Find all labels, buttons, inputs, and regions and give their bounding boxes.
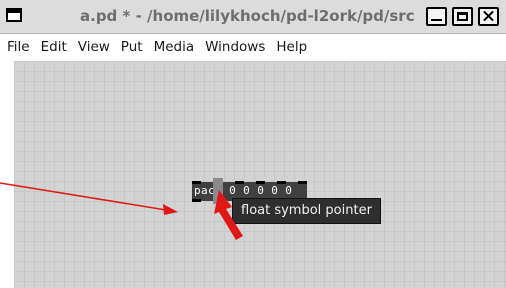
object-outlet[interactable] (192, 199, 201, 202)
menu-file[interactable]: File (2, 39, 35, 55)
window-title: a.pd * - /home/lilykhoch/pd-l2ork/pd/src (80, 7, 415, 25)
menu-view[interactable]: View (73, 39, 115, 55)
menu-help[interactable]: Help (271, 39, 312, 55)
app-window-icon[interactable] (6, 8, 22, 22)
close-button[interactable] (478, 7, 499, 26)
pd-patch-window: a.pd * - /home/lilykhoch/pd-l2ork/pd/src… (0, 0, 506, 288)
menu-bar: File Edit View Put Media Windows Help (0, 34, 506, 60)
menu-media[interactable]: Media (149, 39, 200, 55)
object-text: pack 0 0 0 0 0 (194, 184, 293, 197)
inlet-tooltip: float symbol pointer (232, 198, 381, 224)
canvas-margin (0, 61, 14, 288)
patch-canvas[interactable] (14, 61, 506, 288)
title-bar[interactable]: a.pd * - /home/lilykhoch/pd-l2ork/pd/src (0, 0, 506, 34)
menu-edit[interactable]: Edit (36, 39, 72, 55)
maximize-button[interactable] (452, 7, 473, 26)
minimize-button[interactable] (426, 7, 447, 26)
hovered-inlet-highlight[interactable] (213, 178, 223, 204)
menu-windows[interactable]: Windows (200, 39, 270, 55)
object-inlet[interactable] (298, 181, 307, 184)
menu-put[interactable]: Put (116, 39, 148, 55)
